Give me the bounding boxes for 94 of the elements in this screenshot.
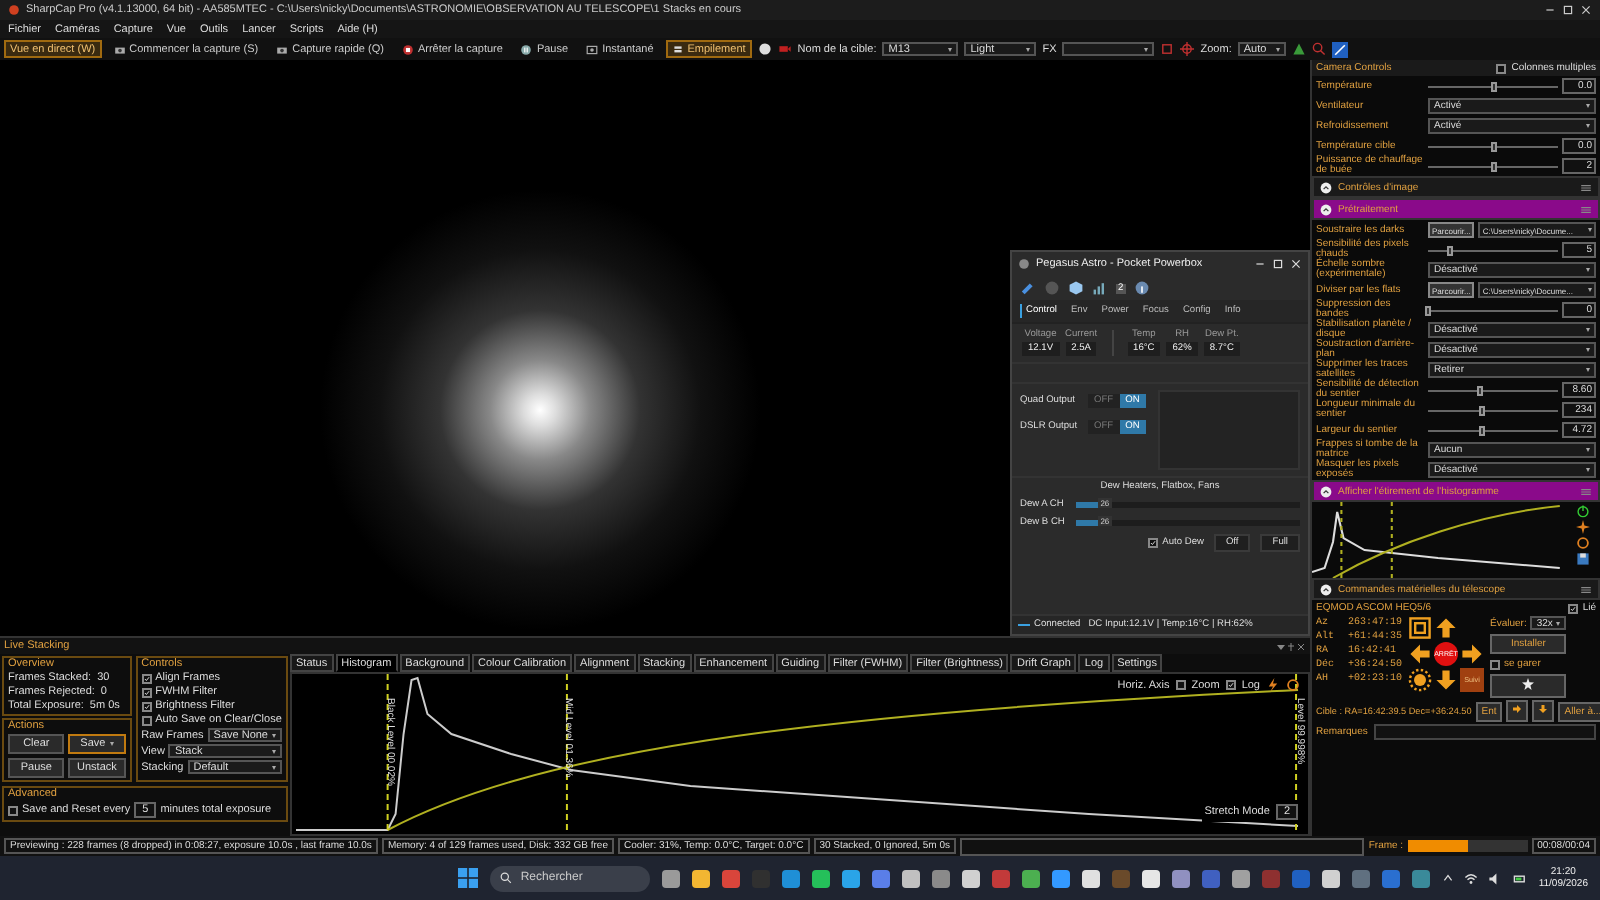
down-arrow-icon[interactable] [1434,668,1459,692]
lightning-icon[interactable] [1266,678,1280,692]
menu-icon[interactable] [1580,583,1592,595]
maximize-icon[interactable] [1562,4,1574,16]
close-icon[interactable] [1580,4,1592,16]
snapshot-icon [586,43,599,55]
crosshair-icon[interactable] [1180,42,1195,56]
power-icon[interactable] [1575,504,1589,518]
square-icon[interactable] [1160,42,1175,56]
slider-thumb[interactable] [1479,405,1486,415]
spiral-icon[interactable] [1408,616,1433,640]
app-icon[interactable] [692,869,711,887]
checkbox[interactable] [1225,680,1236,690]
app-icon[interactable] [1232,869,1251,887]
notes-field[interactable] [1373,724,1596,740]
app-icon[interactable] [662,869,681,887]
app-icon[interactable] [1082,869,1101,887]
app-icon[interactable] [812,869,831,887]
checkbox[interactable] [141,701,152,711]
arrow-button[interactable] [1532,700,1555,722]
stack-icon [671,43,684,55]
app-logo-icon [1018,258,1030,270]
camera-icon [113,43,126,55]
triangle-icon[interactable] [1291,42,1306,56]
pen-icon[interactable] [1331,41,1348,57]
checkbox[interactable] [141,687,152,697]
save-icon[interactable] [1575,552,1589,566]
app-icon[interactable] [1052,869,1071,887]
collapse-icon[interactable] [1320,583,1332,595]
app-icon[interactable] [1142,869,1161,887]
wifi-icon[interactable] [1464,871,1479,885]
slider-thumb[interactable] [1425,305,1431,315]
pin-icon[interactable] [1286,641,1296,651]
star-button[interactable] [1490,674,1567,698]
app-icon[interactable] [1022,869,1041,887]
caret-icon[interactable] [1276,641,1286,651]
slider-thumb[interactable] [1447,245,1454,255]
right-arrow-icon [1512,704,1523,714]
minimize-icon[interactable] [1254,258,1266,270]
slider[interactable] [1428,141,1558,151]
stop-icon [401,43,414,55]
down-arrow-icon [1538,704,1549,714]
star-icon [1522,678,1535,690]
app-icon[interactable] [1172,869,1191,887]
slider-thumb[interactable] [1490,141,1496,151]
slider-thumb[interactable] [1490,81,1496,91]
close-icon[interactable] [1296,641,1306,651]
camera-icon [276,43,289,55]
circle-icon[interactable] [757,42,772,56]
slider-thumb[interactable] [1490,161,1496,171]
slider[interactable] [1428,245,1558,255]
checkbox[interactable] [1490,659,1501,669]
arrow-button[interactable] [1506,700,1529,722]
checkbox[interactable] [1175,680,1186,690]
app-icon[interactable] [962,869,981,887]
minimize-icon[interactable] [1544,4,1556,16]
signal-bars-icon[interactable] [1092,280,1108,296]
search-icon [500,872,513,884]
refresh-icon[interactable] [1575,536,1589,550]
slider[interactable] [1428,161,1558,171]
checkbox[interactable] [1495,63,1506,73]
app-icon[interactable] [1322,869,1341,887]
sun-icon[interactable] [1408,668,1433,692]
refresh-icon[interactable] [1286,678,1300,692]
collapse-icon[interactable] [1320,181,1332,193]
checkbox[interactable] [1148,538,1159,548]
checkbox[interactable] [8,805,18,815]
chevron-up-icon[interactable] [1442,872,1455,884]
sparkle-icon[interactable] [1575,520,1589,534]
collapse-icon[interactable] [1320,203,1332,215]
maximize-icon[interactable] [1272,258,1284,270]
slider-thumb[interactable] [1479,425,1486,435]
windows-logo-icon[interactable] [458,868,479,888]
app-icon[interactable] [842,869,861,887]
pause-icon [520,43,533,55]
checkbox[interactable] [141,673,152,683]
slider[interactable] [1428,405,1558,415]
slider-thumb[interactable] [1477,385,1483,395]
checkbox[interactable] [1568,603,1579,613]
battery-icon[interactable] [1512,871,1529,885]
checkbox[interactable] [141,715,152,725]
app-icon[interactable] [902,869,921,887]
info-icon[interactable] [1133,280,1150,296]
menu-icon[interactable] [1580,181,1592,193]
slider[interactable] [1428,425,1558,435]
magnifier-icon[interactable] [1311,42,1326,56]
app-logo-icon [8,4,20,16]
left-arrow-icon[interactable] [1408,642,1433,666]
up-arrow-icon[interactable] [1434,616,1459,640]
slider[interactable] [1428,81,1558,91]
right-arrow-icon[interactable] [1460,642,1485,666]
slider[interactable] [1428,385,1558,395]
collapse-icon[interactable] [1320,485,1332,497]
slider[interactable] [1428,305,1558,315]
